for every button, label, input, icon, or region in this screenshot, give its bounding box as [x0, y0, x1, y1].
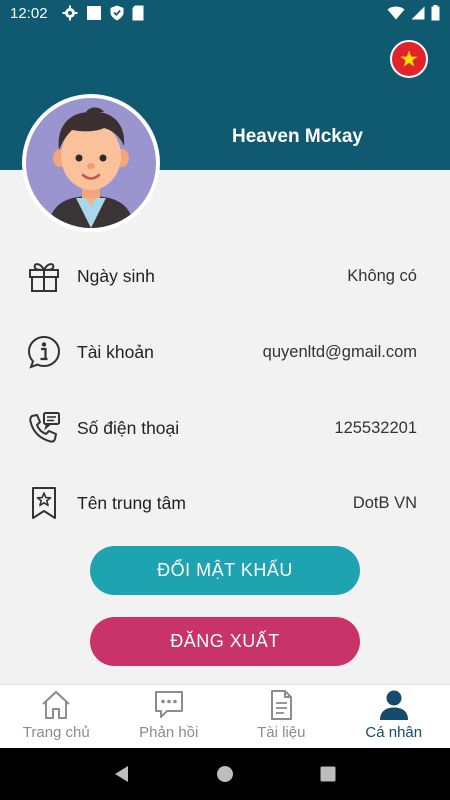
phone-row: Số điện thoại 125532201 [0, 400, 450, 456]
nav-label-feedback: Phản hồi [139, 724, 199, 741]
phone-value: 125532201 [334, 418, 417, 437]
account-row: Tài khoản quyenltd@gmail.com [0, 324, 450, 380]
nav-label-documents: Tài liệu [257, 724, 306, 741]
birthday-value: Không có [347, 266, 417, 285]
shield-icon [110, 5, 124, 21]
chat-icon [154, 691, 183, 718]
user-name: Heaven Mckay [232, 126, 363, 147]
status-bar: 12:02 [0, 0, 450, 26]
system-navigation-bar [0, 748, 450, 800]
signal-icon [411, 6, 425, 20]
back-icon[interactable] [113, 765, 131, 783]
home-icon [42, 691, 70, 719]
sd-card-icon [132, 5, 144, 21]
nav-label-profile: Cá nhân [365, 724, 423, 741]
birthday-row: Ngày sinh Không có [0, 248, 450, 304]
battery-icon [431, 5, 440, 21]
bookmark-star-icon [32, 487, 56, 519]
document-icon [271, 690, 293, 720]
recents-icon[interactable] [319, 765, 337, 783]
gift-icon [29, 263, 59, 292]
home-circle-icon[interactable] [216, 765, 234, 783]
wifi-icon [387, 6, 405, 20]
square-icon [86, 6, 101, 20]
nav-label-home: Trang chủ [22, 724, 90, 741]
nav-item-profile[interactable]: Cá nhân [338, 685, 450, 748]
status-time: 12:02 [10, 4, 48, 22]
center-label: Tên trung tâm [77, 492, 186, 513]
logout-button[interactable]: ĐĂNG XUẤT [90, 617, 360, 666]
nav-item-home[interactable]: Trang chủ [0, 685, 113, 748]
cartoon-avatar-icon [48, 107, 134, 228]
vietnam-flag-icon [400, 50, 418, 67]
phone-label: Số điện thoại [77, 417, 180, 438]
phone-icon [29, 412, 60, 443]
nav-item-documents[interactable]: Tài liệu [225, 685, 338, 748]
bottom-navigation: Trang chủ Phản hồi Tài liệu Cá nhân [0, 684, 450, 748]
account-label: Tài khoản [77, 341, 154, 362]
status-system-icons [387, 5, 440, 21]
status-notification-icons [62, 5, 144, 21]
birthday-label: Ngày sinh [77, 265, 155, 286]
info-icon [27, 335, 61, 369]
avatar[interactable] [22, 94, 160, 232]
center-value: DotB VN [352, 493, 417, 512]
person-icon [379, 690, 408, 720]
account-value: quyenltd@gmail.com [262, 342, 417, 361]
language-flag-button[interactable] [390, 40, 428, 78]
center-row: Tên trung tâm DotB VN [0, 475, 450, 531]
change-password-button[interactable]: ĐỔI MẬT KHẨU [90, 546, 360, 595]
settings-icon [62, 5, 78, 21]
nav-item-feedback[interactable]: Phản hồi [113, 685, 226, 748]
